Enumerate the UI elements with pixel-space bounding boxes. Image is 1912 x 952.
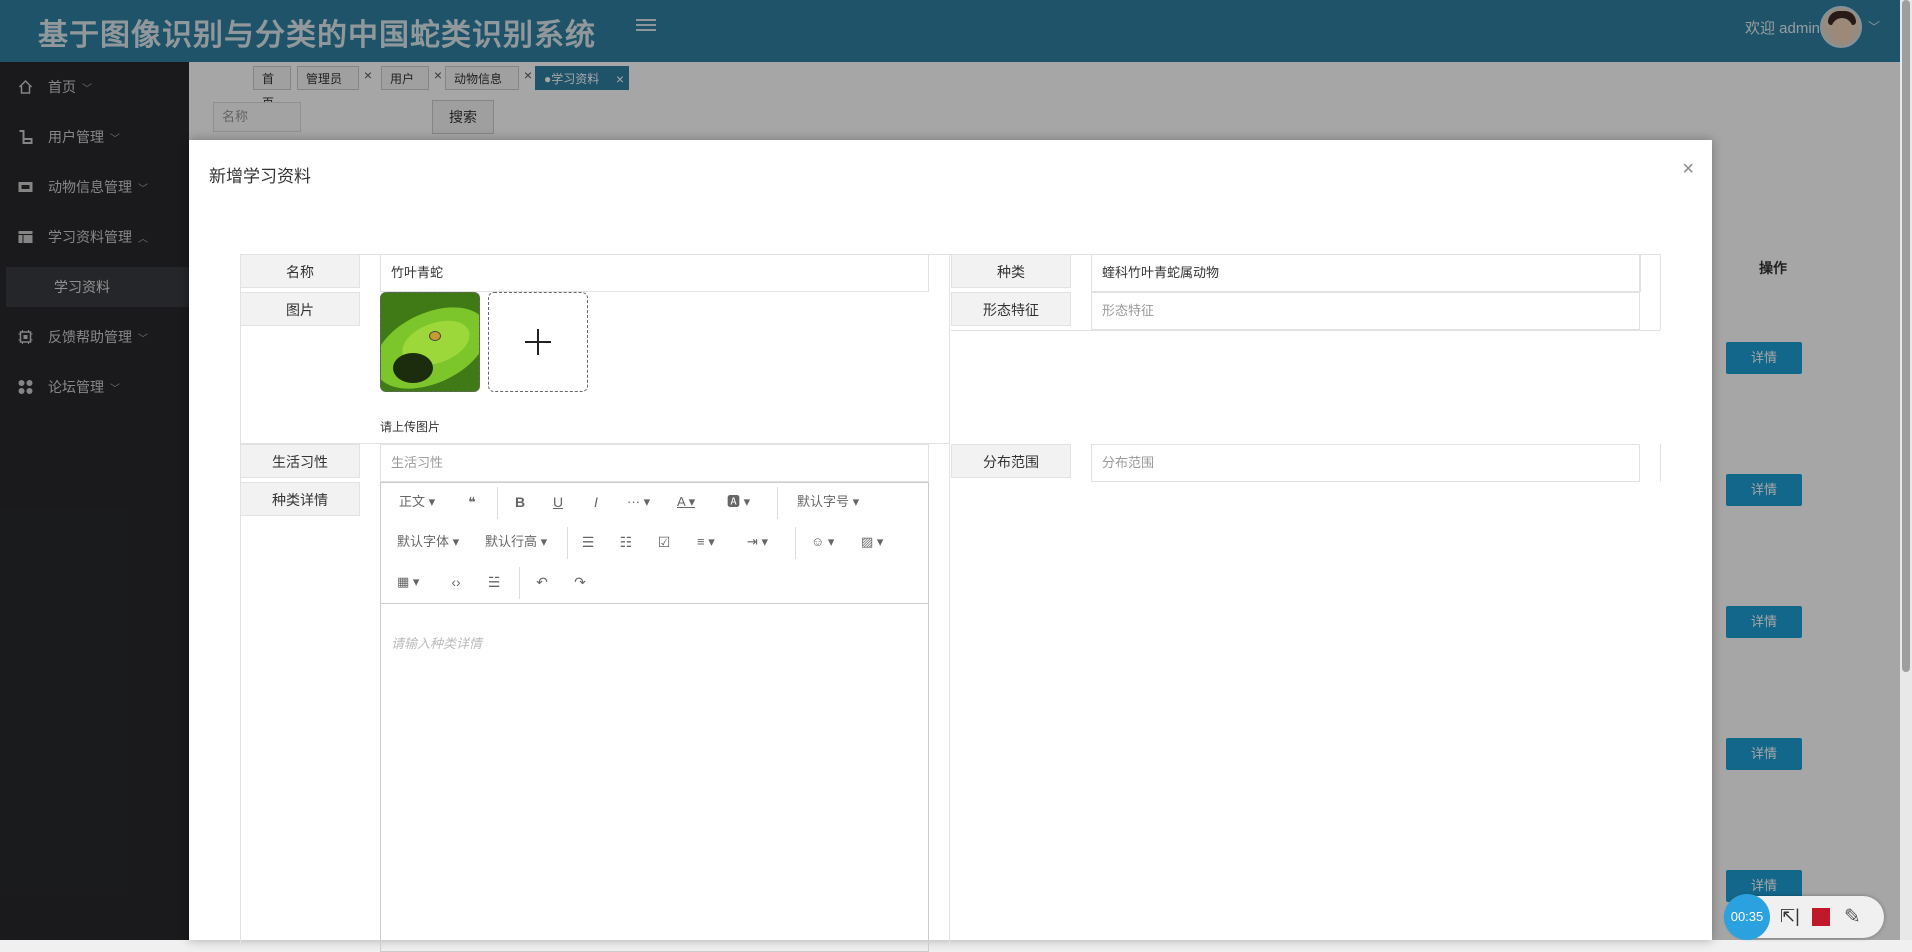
- todo-list-icon[interactable]: ☑: [653, 531, 675, 553]
- code-icon[interactable]: ‹›: [445, 571, 467, 593]
- emoji-icon[interactable]: ☺ ▾: [811, 531, 834, 553]
- toolbar-label: 默认行高: [485, 534, 538, 549]
- close-icon[interactable]: ×: [1682, 158, 1694, 181]
- font-size-select[interactable]: 默认字号 ▾: [797, 491, 859, 513]
- morph-input[interactable]: 形态特征: [1091, 292, 1640, 330]
- font-color-icon[interactable]: A ▾: [677, 491, 695, 513]
- upload-hint: 请上传图片: [380, 420, 441, 434]
- paragraph-format-select[interactable]: 正文 ▾: [399, 491, 435, 513]
- divider-insert-icon[interactable]: ☱: [483, 571, 505, 593]
- background-color-icon[interactable]: 🅰 ▾: [727, 491, 750, 513]
- toolbar-label: 默认字号: [797, 494, 850, 509]
- category-label: 种类: [951, 254, 1071, 288]
- scrollbar-thumb[interactable]: [1902, 0, 1910, 672]
- uploaded-snake-image[interactable]: [380, 292, 480, 392]
- form-divider: [1640, 254, 1641, 292]
- more-format-icon[interactable]: ··· ▾: [627, 491, 650, 513]
- form-divider: [1660, 254, 1661, 292]
- form-divider: [951, 330, 1660, 331]
- undo-icon[interactable]: ↶: [531, 571, 553, 593]
- form-divider: [240, 254, 241, 944]
- font-family-select[interactable]: 默认字体 ▾: [397, 531, 459, 553]
- add-study-material-dialog: 新增学习资料 × 名称 竹叶青蛇 种类 蝰科竹叶青蛇属动物 图片 请上传图片 形…: [189, 140, 1712, 952]
- recording-timer: 00:35: [1724, 894, 1770, 940]
- bulleted-list-icon[interactable]: ☰: [577, 531, 599, 553]
- cursor-icon[interactable]: ⇱|: [1780, 906, 1800, 927]
- page-scrollbar[interactable]: [1900, 0, 1912, 940]
- form-divider: [949, 254, 950, 944]
- image-label: 图片: [240, 292, 360, 326]
- form-divider: [1660, 292, 1661, 330]
- toolbar-label: 默认字体: [397, 534, 450, 549]
- table-insert-icon[interactable]: ▦ ▾: [397, 571, 419, 593]
- editor-placeholder[interactable]: 请输入种类详情: [391, 633, 482, 652]
- editor-toolbar: 正文 ▾ ❝ B U I ··· ▾ A ▾ 🅰 ▾ 默认字号 ▾ 默认字体 ▾…: [381, 483, 928, 604]
- upload-button[interactable]: [488, 292, 588, 392]
- toolbar-divider: [497, 487, 498, 519]
- screen-recorder: 00:35 ⇱| ✎: [1724, 894, 1884, 940]
- blockquote-icon[interactable]: ❝: [461, 491, 483, 513]
- pen-icon[interactable]: ✎: [1844, 904, 1861, 929]
- dialog-title: 新增学习资料: [209, 167, 311, 186]
- plus-icon: [525, 329, 551, 355]
- toolbar-divider: [567, 527, 568, 559]
- numbered-list-icon[interactable]: ☷: [615, 531, 637, 553]
- species-detail-label: 种类详情: [240, 482, 360, 516]
- toolbar-divider: [777, 487, 778, 519]
- toolbar-divider: [795, 527, 796, 559]
- toolbar-divider: [519, 567, 520, 599]
- distribution-label: 分布范围: [951, 444, 1071, 478]
- rich-text-editor: 正文 ▾ ❝ B U I ··· ▾ A ▾ 🅰 ▾ 默认字号 ▾ 默认字体 ▾…: [380, 482, 929, 952]
- bold-icon[interactable]: B: [509, 491, 531, 513]
- category-input[interactable]: 蝰科竹叶青蛇属动物: [1091, 254, 1640, 292]
- italic-icon[interactable]: I: [585, 491, 607, 513]
- toolbar-label: 正文: [399, 494, 426, 509]
- image-insert-icon[interactable]: ▨ ▾: [861, 531, 883, 553]
- distribution-input[interactable]: 分布范围: [1091, 444, 1640, 482]
- redo-icon[interactable]: ↷: [569, 571, 591, 593]
- form-divider: [1660, 444, 1661, 482]
- habit-input[interactable]: 生活习性: [380, 444, 929, 482]
- line-height-select[interactable]: 默认行高 ▾: [485, 531, 547, 553]
- indent-icon[interactable]: ⇥ ▾: [747, 531, 768, 553]
- name-input[interactable]: 竹叶青蛇: [380, 254, 929, 292]
- underline-icon[interactable]: U: [547, 491, 569, 513]
- stop-recording-button[interactable]: [1812, 908, 1830, 926]
- align-icon[interactable]: ≡ ▾: [697, 531, 715, 553]
- name-label: 名称: [240, 254, 360, 288]
- morph-label: 形态特征: [951, 292, 1071, 326]
- habit-label: 生活习性: [240, 444, 360, 478]
